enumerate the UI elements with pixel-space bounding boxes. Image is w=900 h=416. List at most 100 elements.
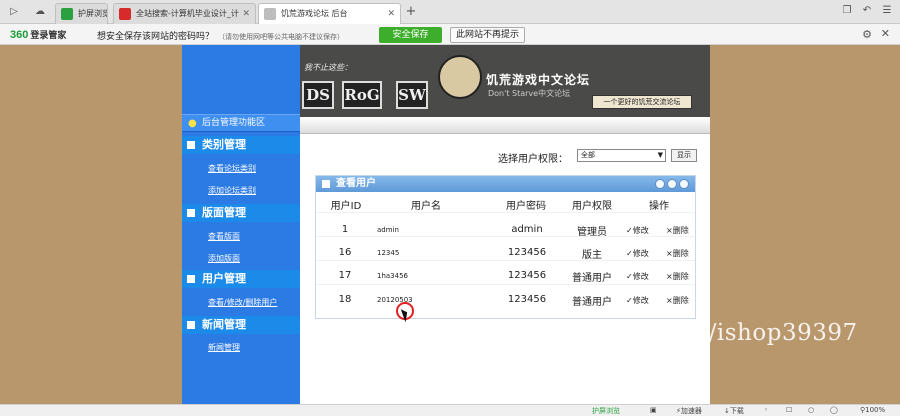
cell-password: 123456 — [507, 270, 547, 281]
cell-username: 1ha3456 — [377, 272, 408, 280]
col-password: 用户密码 — [506, 201, 546, 212]
section-news[interactable]: 新闻管理 — [182, 316, 300, 334]
tag-rog: RoG — [342, 81, 382, 109]
cell-user-id: 17 — [338, 270, 352, 281]
cell-user-id: 18 — [338, 294, 352, 305]
status-icon[interactable]: ○ — [808, 406, 814, 414]
role-filter-label: 选择用户权限： — [498, 154, 568, 165]
link-add-board[interactable]: 添加版面 — [208, 253, 240, 264]
tag-sw: SW — [396, 81, 428, 109]
character-logo-icon — [438, 55, 482, 99]
link-view-categories[interactable]: 查看论坛类别 — [208, 163, 256, 174]
show-button[interactable]: 显示 — [671, 149, 697, 162]
cell-role: 普通用户 — [572, 297, 612, 308]
tab-label: 护屏浏览 — [78, 9, 108, 18]
close-icon[interactable]: ✕ — [242, 4, 250, 24]
status-download[interactable]: ↓下载 — [724, 406, 744, 416]
col-role: 用户权限 — [572, 201, 612, 212]
cell-username: 12345 — [377, 249, 400, 257]
cell-password: 123456 — [507, 247, 547, 258]
square-icon — [187, 275, 195, 283]
cell-user-id: 1 — [341, 224, 349, 235]
section-category[interactable]: 类别管理 — [182, 136, 300, 154]
link-news-manage[interactable]: 新闻管理 — [208, 342, 240, 353]
tab-safe-browse[interactable]: 护屏浏览 — [55, 3, 108, 24]
site-icon — [119, 8, 131, 20]
edit-user-button[interactable]: ✓修改 — [626, 248, 649, 259]
forum-banner: 我不止这些： DS RoG SW 饥荒游戏中文论坛 Don't Starve中文… — [300, 45, 710, 117]
cell-role: 普通用户 — [572, 273, 612, 284]
square-icon — [187, 321, 195, 329]
cell-username: admin — [377, 226, 399, 234]
col-actions: 操作 — [649, 201, 669, 212]
gear-icon[interactable]: ⚙ — [862, 28, 872, 41]
shield-icon — [61, 8, 73, 20]
link-manage-users[interactable]: 查看/修改/删除用户 — [208, 297, 277, 308]
maximize-icon[interactable] — [667, 179, 677, 189]
zoom-level[interactable]: ⚲100% — [860, 406, 885, 414]
status-icon[interactable]: ◦ — [764, 406, 768, 414]
restore-icon[interactable]: ❐ — [840, 4, 854, 18]
minimize-icon[interactable] — [655, 179, 665, 189]
square-icon — [187, 209, 195, 217]
never-remind-button[interactable]: 此网站不再提示 — [450, 27, 525, 43]
banner-subtitle: Don't Starve中文论坛 — [488, 89, 571, 98]
edit-user-button[interactable]: ✓修改 — [626, 295, 649, 306]
admin-sidebar: ● 后台管理功能区 类别管理 查看论坛类别 添加论坛类别 版面管理 查看版面 添… — [182, 45, 300, 404]
banner-title: 饥荒游戏中文论坛 — [486, 73, 591, 87]
square-icon — [187, 141, 195, 149]
delete-user-button[interactable]: ×删除 — [666, 271, 689, 282]
sidebar-toggle-icon[interactable]: ▷ — [6, 4, 22, 20]
status-icon[interactable]: ▣ — [650, 406, 657, 414]
square-icon — [322, 180, 330, 188]
watermark-text: https://www.huzhan.com/ishop39397 — [410, 320, 858, 346]
cell-user-id: 16 — [338, 247, 352, 258]
tab-search[interactable]: 全站搜索-计算机毕业设计_计 ✕ — [113, 3, 256, 24]
close-icon[interactable]: ✕ — [881, 27, 890, 40]
browser-tab-bar: ▷ ☁ 护屏浏览 全站搜索-计算机毕业设计_计 ✕ 饥荒游戏论坛 后台 ✕ + … — [0, 0, 900, 24]
sidebar-header: ● 后台管理功能区 — [182, 114, 300, 132]
tag-ds: DS — [302, 81, 334, 109]
status-safe-browse[interactable]: 护屏浏览 — [592, 406, 620, 416]
browser-status-bar: 护屏浏览 ▣ ⚡加速器 ↓下载 ◦ ☐ ○ ◯ ⚲100% — [0, 404, 900, 416]
status-accelerator[interactable]: ⚡加速器 — [676, 406, 702, 416]
logo-360: 360 登录管家 — [10, 29, 67, 41]
tab-label: 饥荒游戏论坛 后台 — [281, 9, 348, 18]
chevron-down-icon: ▼ — [657, 151, 663, 159]
password-save-bar: 360 登录管家 想安全保存该网站的密码吗？ （请勿使用网吧等公共电脑不建议保存） … — [0, 24, 900, 45]
page-icon — [264, 8, 276, 20]
edit-user-button[interactable]: ✓修改 — [626, 225, 649, 236]
banner-ribbon: 一个更好的饥荒交流论坛 — [592, 95, 692, 109]
save-password-button[interactable]: 安全保存 — [379, 27, 442, 43]
close-icon[interactable] — [679, 179, 689, 189]
edit-user-button[interactable]: ✓修改 — [626, 271, 649, 282]
cloud-icon[interactable]: ☁ — [32, 4, 48, 20]
new-tab-icon[interactable]: + — [403, 4, 419, 20]
tab-label: 全站搜索-计算机毕业设计_计 — [136, 9, 239, 18]
section-board[interactable]: 版面管理 — [182, 204, 300, 222]
delete-user-button[interactable]: ×删除 — [666, 225, 689, 236]
back-icon[interactable]: ↶ — [860, 4, 874, 18]
section-user[interactable]: 用户管理 — [182, 270, 300, 288]
cell-role: 版主 — [582, 250, 602, 261]
delete-user-button[interactable]: ×删除 — [666, 248, 689, 259]
menu-icon[interactable]: ☰ — [880, 4, 894, 18]
link-add-category[interactable]: 添加论坛类别 — [208, 185, 256, 196]
close-icon[interactable]: ✕ — [387, 4, 395, 24]
users-panel: 查看用户 用户ID 用户名 用户密码 用户权限 操作 1 admin admin… — [315, 175, 696, 319]
role-filter-select[interactable]: 全部 ▼ — [577, 149, 666, 162]
status-icon[interactable]: ◯ — [830, 406, 838, 414]
page: ● 后台管理功能区 类别管理 查看论坛类别 添加论坛类别 版面管理 查看版面 添… — [0, 45, 900, 404]
col-user-id: 用户ID — [330, 201, 362, 212]
content-toolbar — [300, 117, 710, 134]
main-content: 选择用户权限： 全部 ▼ 显示 查看用户 用户ID 用户名 用户密码 用户权限 … — [300, 117, 710, 404]
delete-user-button[interactable]: ×删除 — [666, 295, 689, 306]
link-view-boards[interactable]: 查看版面 — [208, 231, 240, 242]
tab-forum-admin[interactable]: 饥荒游戏论坛 后台 ✕ — [258, 3, 401, 24]
bulb-icon: ● — [188, 118, 197, 129]
cell-password: admin — [511, 224, 543, 235]
status-icon[interactable]: ☐ — [786, 406, 792, 414]
password-hint: （请勿使用网吧等公共电脑不建议保存） — [218, 33, 345, 41]
panel-header: 查看用户 — [316, 176, 695, 192]
banner-slogan: 我不止这些： — [304, 63, 352, 72]
